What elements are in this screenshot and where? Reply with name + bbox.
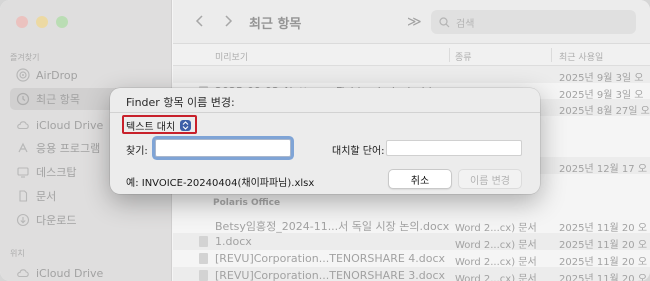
sidebar-item-label: 데스크탑 xyxy=(36,166,77,179)
sidebar-item-label: 응용 프로그램 xyxy=(36,142,101,155)
file-name: Betsy임홍정_2024-11...서 독일 시장 논의.docx xyxy=(215,220,450,233)
airdrop-icon xyxy=(16,68,30,82)
rename-mode-popup[interactable]: 텍스트 대치 xyxy=(126,118,192,133)
search-icon xyxy=(439,16,450,27)
chevron-left-icon xyxy=(195,15,203,27)
dialog-title: Finder 항목 이름 변경: xyxy=(126,96,235,109)
clock-icon xyxy=(16,92,30,106)
file-name: [REVU]Corporation...TENORSHARE 3.docx xyxy=(215,269,446,281)
document-icon xyxy=(16,189,30,203)
word-file-icon xyxy=(199,270,208,281)
zoom-window-button[interactable] xyxy=(56,16,68,28)
file-row[interactable]: [REVU]Corporation...TENORSHARE 3.docx Wo… xyxy=(173,267,650,281)
toolbar: 최근 항목 ≫ 검색 xyxy=(173,0,650,44)
group-label: Polaris Office xyxy=(213,198,281,208)
up-down-arrows-icon xyxy=(180,119,192,131)
file-row[interactable]: 2025년 9월 3일 오 xyxy=(173,66,650,84)
forward-button[interactable] xyxy=(219,12,237,30)
file-name: 1.docx xyxy=(215,235,252,248)
file-row[interactable]: 1.docx Word 2...cx) 문서 2025년 11월 20 오 xyxy=(173,233,650,251)
sidebar-item-label: AirDrop xyxy=(36,68,78,82)
cancel-button[interactable]: 취소 xyxy=(388,169,452,189)
cloud-icon xyxy=(16,118,30,132)
example-text: 예: INVOICE-20240404(채이파파님).xlsx xyxy=(126,178,315,189)
file-row[interactable]: [REVU]Corporation...TENORSHARE 4.docx Wo… xyxy=(173,250,650,268)
sidebar-item-airdrop[interactable]: AirDrop xyxy=(10,64,164,86)
column-divider[interactable] xyxy=(551,48,552,62)
file-name: [REVU]Corporation...TENORSHARE 4.docx xyxy=(215,252,446,265)
file-date: 2025년 11월 20 오 xyxy=(559,240,648,251)
rename-button[interactable]: 이름 변경 xyxy=(458,169,522,189)
file-row[interactable]: Betsy임홍정_2024-11...서 독일 시장 논의.docx Word … xyxy=(173,216,650,234)
apps-icon xyxy=(16,141,30,155)
file-date: 2025년 8월 27일 오 xyxy=(559,106,650,117)
sidebar-item-icloud-location[interactable]: iCloud Drive xyxy=(10,262,164,281)
replace-label: 대치할 단어: xyxy=(332,146,385,157)
find-label: 찾기: xyxy=(126,146,148,157)
sidebar-item-downloads[interactable]: 다운로드 xyxy=(10,209,164,231)
file-date: 2025년 11월 20 오 xyxy=(559,257,648,268)
file-kind: Word 2...cx) 문서 xyxy=(455,257,537,268)
word-file-icon xyxy=(199,253,208,264)
sidebar-item-label: 최근 항목 xyxy=(36,93,80,106)
minimize-window-button[interactable] xyxy=(36,16,48,28)
find-field[interactable] xyxy=(155,139,291,157)
column-preview[interactable]: 미리보기 xyxy=(215,50,248,63)
chevron-right-icon xyxy=(225,15,233,27)
dialog-divider xyxy=(110,112,540,113)
column-divider[interactable] xyxy=(449,48,450,62)
sidebar-item-label: 다운로드 xyxy=(36,214,77,227)
close-window-button[interactable] xyxy=(16,16,28,28)
replace-field[interactable] xyxy=(386,140,522,156)
rename-dialog: Finder 항목 이름 변경: 텍스트 대치 찾기: 대치할 단어: 예: I… xyxy=(110,88,540,194)
file-date: 2025년 11월 20 오 xyxy=(559,274,648,281)
file-kind: Word 2...cx) 문서 xyxy=(455,223,537,234)
file-kind: Word 2...cx) 문서 xyxy=(455,240,537,251)
word-file-icon xyxy=(199,236,208,247)
more-toolbar-items-icon[interactable]: ≫ xyxy=(407,14,422,30)
sidebar-section-locations: 위치 xyxy=(10,249,25,258)
sidebar-section-favorites: 즐겨찾기 xyxy=(10,53,40,62)
sidebar-item-label: iCloud Drive xyxy=(36,266,104,280)
download-icon xyxy=(16,213,30,227)
file-date: 2025년 9월 3일 오 xyxy=(559,73,644,84)
sidebar-item-label: iCloud Drive xyxy=(36,118,104,132)
sidebar-item-label: 문서 xyxy=(36,190,57,203)
desktop-icon xyxy=(16,165,30,179)
cloud-icon xyxy=(16,266,30,280)
file-kind: Word 2...cx) 문서 xyxy=(455,274,537,281)
window-title: 최근 항목 xyxy=(249,17,302,32)
file-date: 2025년 11월 20 오 xyxy=(559,223,648,234)
column-header: 미리보기 종류 최근 사용일 xyxy=(173,44,650,66)
search-placeholder: 검색 xyxy=(456,18,475,30)
rename-mode-label: 텍스트 대치 xyxy=(126,121,176,133)
search-field[interactable]: 검색 xyxy=(431,10,636,34)
back-button[interactable] xyxy=(191,12,209,30)
column-last-used[interactable]: 최근 사용일 xyxy=(559,50,603,63)
column-kind[interactable]: 종류 xyxy=(455,50,472,63)
file-date: 2025년 12월 17 오 xyxy=(559,164,648,175)
